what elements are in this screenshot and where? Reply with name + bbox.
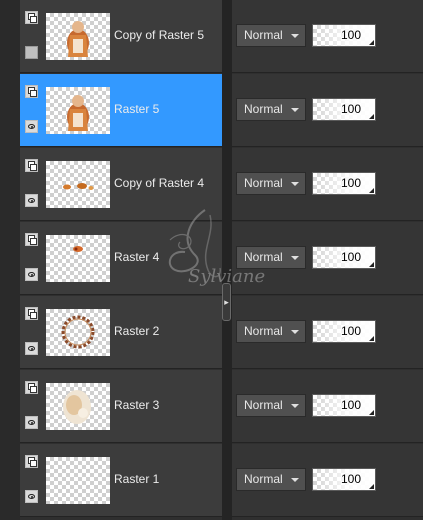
layer-row[interactable]: Raster 1 Normal 100 xyxy=(0,444,423,517)
layer-properties: Normal 100 xyxy=(232,148,423,221)
layer-name[interactable]: Copy of Raster 5 xyxy=(114,28,204,42)
layer-name[interactable]: Raster 1 xyxy=(114,472,159,486)
blend-mode-label: Normal xyxy=(244,250,283,264)
opacity-value: 100 xyxy=(340,28,361,42)
eye-icon[interactable] xyxy=(25,342,38,355)
blend-mode-label: Normal xyxy=(244,472,283,486)
layer-thumbnail xyxy=(46,457,110,504)
layer-row-main[interactable]: Raster 3 xyxy=(20,370,222,443)
chevron-down-icon xyxy=(291,478,299,482)
opacity-corner-marker xyxy=(369,40,374,45)
eye-icon[interactable] xyxy=(25,268,38,281)
opacity-slider[interactable]: 100 xyxy=(312,394,376,417)
chevron-down-icon xyxy=(291,182,299,186)
blend-mode-dropdown[interactable]: Normal xyxy=(236,394,306,417)
opacity-value: 100 xyxy=(340,472,361,486)
opacity-slider[interactable]: 100 xyxy=(312,24,376,47)
layer-thumbnail xyxy=(46,309,110,356)
layer-group-icon[interactable] xyxy=(25,307,38,320)
opacity-value: 100 xyxy=(340,324,361,338)
layer-row[interactable]: Raster 5 Normal 100 xyxy=(0,74,423,147)
layer-row[interactable]: Raster 2 Normal 100 xyxy=(0,296,423,369)
opacity-value: 100 xyxy=(340,250,361,264)
layer-properties: Normal 100 xyxy=(232,296,423,369)
opacity-slider[interactable]: 100 xyxy=(312,172,376,195)
blend-mode-dropdown[interactable]: Normal xyxy=(236,246,306,269)
splitter-handle[interactable]: ▸ xyxy=(222,283,231,321)
layer-row[interactable]: Raster 3 Normal 100 xyxy=(0,370,423,443)
layer-thumbnail xyxy=(46,383,110,430)
blend-mode-label: Normal xyxy=(244,398,283,412)
opacity-corner-marker xyxy=(369,484,374,489)
opacity-corner-marker xyxy=(369,410,374,415)
opacity-corner-marker xyxy=(369,336,374,341)
layer-row-main[interactable]: Raster 4 xyxy=(20,222,222,295)
chevron-down-icon xyxy=(291,256,299,260)
layer-row[interactable]: Copy of Raster 4 Normal 100 xyxy=(0,148,423,221)
visibility-off-icon[interactable] xyxy=(25,46,38,59)
blend-mode-label: Normal xyxy=(244,324,283,338)
layer-properties: Normal 100 xyxy=(232,74,423,147)
chevron-down-icon xyxy=(291,404,299,408)
opacity-corner-marker xyxy=(369,114,374,119)
opacity-value: 100 xyxy=(340,102,361,116)
chevron-down-icon xyxy=(291,330,299,334)
layer-thumbnail xyxy=(46,13,110,60)
layer-row[interactable]: Copy of Raster 5 Normal 100 xyxy=(0,0,423,73)
chevron-down-icon xyxy=(291,108,299,112)
eye-icon[interactable] xyxy=(25,194,38,207)
layer-name[interactable]: Raster 3 xyxy=(114,398,159,412)
eye-icon[interactable] xyxy=(25,120,38,133)
layer-name[interactable]: Raster 4 xyxy=(114,250,159,264)
chevron-down-icon xyxy=(291,34,299,38)
layer-group-icon[interactable] xyxy=(25,11,38,24)
layer-row-main[interactable]: Copy of Raster 4 xyxy=(20,148,222,221)
opacity-slider[interactable]: 100 xyxy=(312,320,376,343)
layer-thumbnail xyxy=(46,235,110,282)
layer-properties: Normal 100 xyxy=(232,222,423,295)
layer-group-icon[interactable] xyxy=(25,159,38,172)
layer-properties: Normal 100 xyxy=(232,0,423,73)
opacity-corner-marker xyxy=(369,188,374,193)
layer-name[interactable]: Copy of Raster 4 xyxy=(114,176,204,190)
layers-list: Copy of Raster 5 Normal 100 Raster 5 Normal 1… xyxy=(0,0,423,520)
opacity-corner-marker xyxy=(369,262,374,267)
layer-group-icon[interactable] xyxy=(25,233,38,246)
opacity-slider[interactable]: 100 xyxy=(312,246,376,269)
chevron-right-icon: ▸ xyxy=(224,296,229,307)
layer-row[interactable]: Raster 4 Normal 100 xyxy=(0,222,423,295)
blend-mode-dropdown[interactable]: Normal xyxy=(236,98,306,121)
blend-mode-dropdown[interactable]: Normal xyxy=(236,172,306,195)
layer-properties: Normal 100 xyxy=(232,444,423,517)
layer-properties: Normal 100 xyxy=(232,370,423,443)
opacity-value: 100 xyxy=(340,176,361,190)
opacity-value: 100 xyxy=(340,398,361,412)
layer-name[interactable]: Raster 5 xyxy=(114,102,159,116)
layer-row-main[interactable]: Copy of Raster 5 xyxy=(20,0,222,73)
blend-mode-dropdown[interactable]: Normal xyxy=(236,320,306,343)
panel-splitter[interactable] xyxy=(222,0,232,520)
blend-mode-label: Normal xyxy=(244,176,283,190)
opacity-slider[interactable]: 100 xyxy=(312,98,376,121)
layer-name[interactable]: Raster 2 xyxy=(114,324,159,338)
eye-icon[interactable] xyxy=(25,490,38,503)
layer-row-main[interactable]: Raster 1 xyxy=(20,444,222,517)
opacity-slider[interactable]: 100 xyxy=(312,468,376,491)
blend-mode-dropdown[interactable]: Normal xyxy=(236,468,306,491)
layer-group-icon[interactable] xyxy=(25,85,38,98)
layer-thumbnail xyxy=(46,87,110,134)
layer-row-main[interactable]: Raster 5 xyxy=(20,74,222,147)
layer-group-icon[interactable] xyxy=(25,455,38,468)
layer-thumbnail xyxy=(46,161,110,208)
blend-mode-label: Normal xyxy=(244,28,283,42)
layer-group-icon[interactable] xyxy=(25,381,38,394)
blend-mode-label: Normal xyxy=(244,102,283,116)
eye-icon[interactable] xyxy=(25,416,38,429)
blend-mode-dropdown[interactable]: Normal xyxy=(236,24,306,47)
layer-row-main[interactable]: Raster 2 xyxy=(20,296,222,369)
